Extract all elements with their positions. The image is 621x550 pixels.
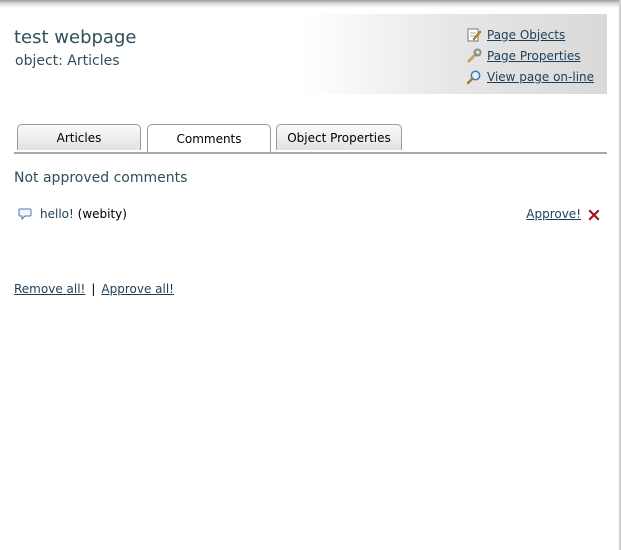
comment-bubble-icon bbox=[18, 207, 32, 224]
magnifier-icon bbox=[466, 69, 482, 85]
separator: | bbox=[91, 282, 96, 296]
bulk-actions: Remove all! | Approve all! bbox=[14, 282, 174, 296]
page-properties-link-row: Page Properties bbox=[466, 45, 594, 66]
page-objects-link-row: Page Objects bbox=[466, 24, 594, 45]
section-title: Not approved comments bbox=[14, 170, 188, 186]
wrench-icon bbox=[466, 48, 482, 64]
tab-articles[interactable]: Articles bbox=[17, 124, 141, 150]
comment-link[interactable]: hello! bbox=[40, 207, 74, 221]
approve-all-link[interactable]: Approve all! bbox=[101, 282, 174, 296]
page-properties-link[interactable]: Page Properties bbox=[487, 49, 581, 63]
tab-comments[interactable]: Comments bbox=[147, 124, 271, 152]
tab-object-properties[interactable]: Object Properties bbox=[276, 124, 402, 150]
tab-bar: Articles Comments Object Properties bbox=[14, 124, 607, 154]
page-objects-link[interactable]: Page Objects bbox=[487, 28, 565, 42]
approve-link[interactable]: Approve! bbox=[526, 207, 581, 221]
site-title: test webpage bbox=[14, 27, 137, 48]
remove-all-link[interactable]: Remove all! bbox=[14, 282, 85, 296]
edit-icon bbox=[466, 27, 482, 43]
comment-row: hello! (webity) Approve! bbox=[18, 205, 603, 225]
view-page-online-link[interactable]: View page on-line bbox=[487, 70, 594, 84]
top-shadow bbox=[0, 0, 621, 8]
header-links: Page Objects Page Properties View page o… bbox=[466, 24, 594, 87]
comment-text: hello! (webity) bbox=[40, 207, 127, 221]
comment-author: (webity) bbox=[77, 207, 127, 221]
view-online-link-row: View page on-line bbox=[466, 66, 594, 87]
object-label: object: Articles bbox=[15, 53, 120, 69]
delete-x-icon[interactable] bbox=[587, 208, 601, 225]
